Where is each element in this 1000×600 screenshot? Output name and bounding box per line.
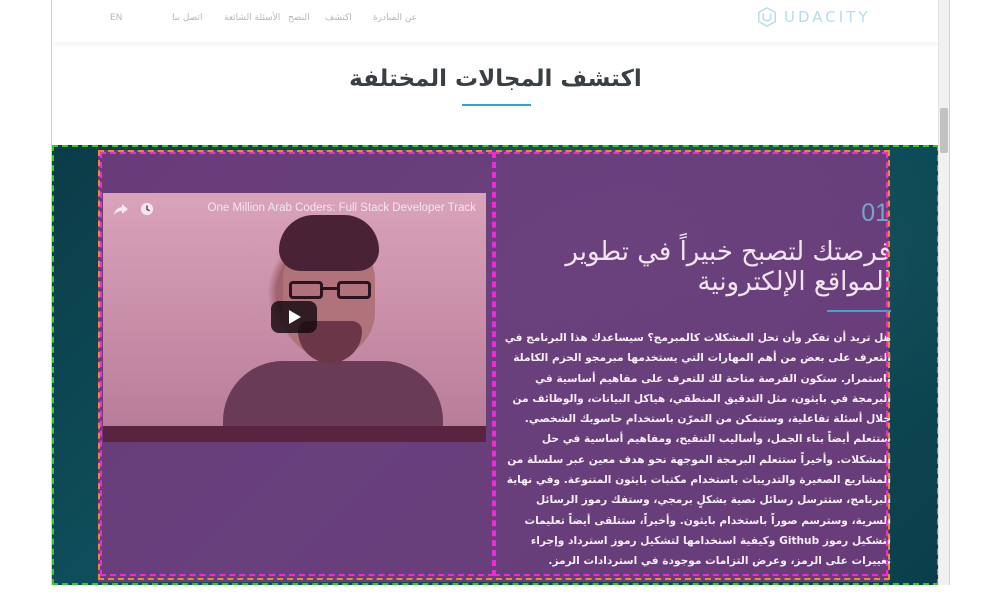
scrollbar-thumb[interactable]	[940, 108, 948, 153]
feature-text: 01 فرصتك لتصبح خبيراً في تطوير المواقع ا…	[495, 193, 891, 567]
feature-description: هل تريد أن تفكر وأن تحل المشكلات كالمبرم…	[504, 332, 891, 568]
nav-language-toggle[interactable]: EN	[110, 13, 122, 23]
feature-section: One Million Arab Coders: Full Stack Deve…	[52, 145, 939, 585]
site-header: عن المبادرة اكتشف النصح الأسئلة الشائعة …	[52, 0, 939, 42]
browser-viewport: عن المبادرة اكتشف النصح الأسئلة الشائعة …	[51, 0, 950, 585]
play-icon	[289, 310, 301, 324]
feature-number: 01	[861, 199, 889, 227]
video-title[interactable]: One Million Arab Coders: Full Stack Deve…	[208, 202, 476, 214]
video-player[interactable]: One Million Arab Coders: Full Stack Deve…	[103, 193, 486, 442]
udacity-logo-icon	[758, 6, 776, 28]
section-title-underline	[462, 104, 531, 106]
section-title: اكتشف المجالات المختلفة	[349, 66, 642, 92]
nav-discover[interactable]: اكتشف	[325, 13, 352, 23]
feature-heading-underline	[827, 310, 891, 312]
watch-later-icon[interactable]	[139, 202, 155, 216]
share-icon[interactable]	[113, 202, 129, 216]
video-actions	[113, 202, 155, 216]
play-button[interactable]	[271, 301, 317, 333]
video-person-glasses	[289, 281, 371, 299]
nav-faq[interactable]: الأسئلة الشائعة	[224, 13, 280, 23]
feature-heading: فرصتك لتصبح خبيراً في تطوير المواقع الإل…	[565, 237, 891, 297]
video-bottom-bar	[103, 426, 486, 442]
nav-contact[interactable]: اتصل بنا	[172, 13, 202, 23]
nav-advice[interactable]: النصح	[288, 13, 310, 23]
video-person-hair	[279, 215, 379, 271]
nav-about[interactable]: عن المبادرة	[373, 13, 417, 23]
page-scrollbar[interactable]	[938, 0, 949, 585]
site-logo[interactable]: UDACITY	[756, 6, 871, 28]
logo-wordmark: UDACITY	[784, 8, 871, 26]
